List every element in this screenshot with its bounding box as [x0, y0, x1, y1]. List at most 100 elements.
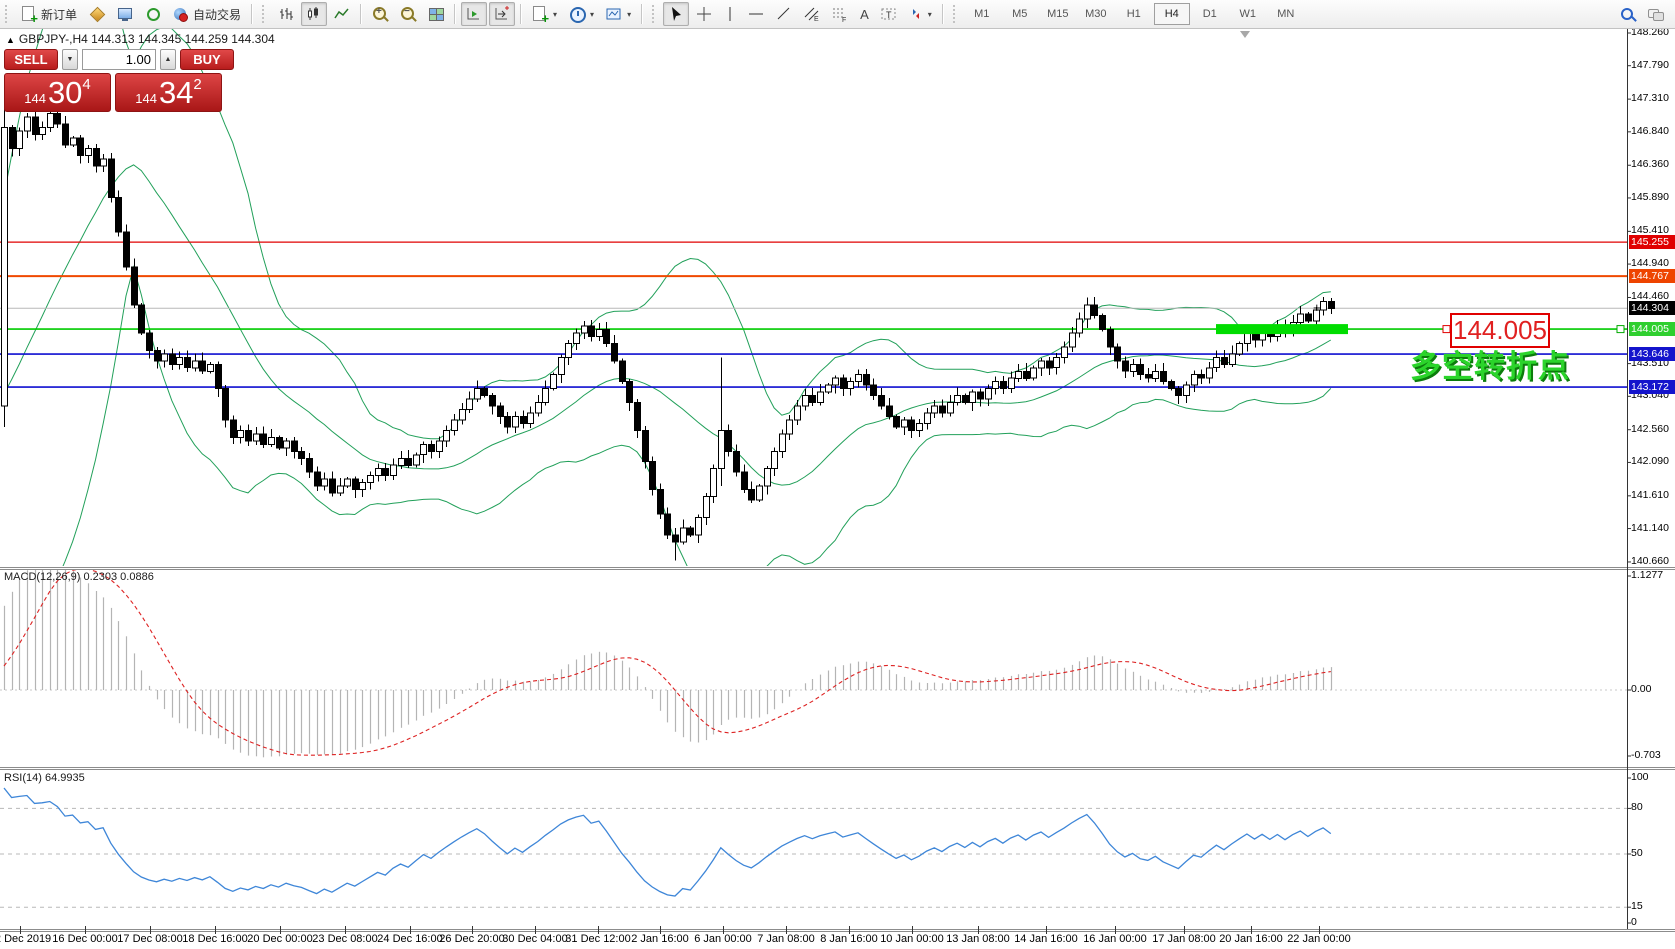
timeframe-mn[interactable]: MN: [1268, 3, 1304, 25]
timeframe-w1[interactable]: W1: [1230, 3, 1266, 25]
vertical-line-icon: [729, 7, 731, 21]
cursor-tool-button[interactable]: [663, 2, 690, 26]
crosshair-tool-button[interactable]: [691, 2, 717, 26]
separator: [360, 4, 363, 24]
chart-shift-marker[interactable]: [1240, 31, 1250, 38]
buy-price-point: 2: [193, 76, 202, 93]
chat-icon: [1648, 6, 1664, 22]
rsi-scale-label: 0: [1631, 916, 1637, 928]
timeframe-m1[interactable]: M1: [964, 3, 1000, 25]
price-tick-label: 142.560: [1631, 422, 1669, 435]
rsi-scale-label: 80: [1631, 801, 1643, 814]
rsi-scale-label: 100: [1631, 771, 1649, 783]
price-tick-label: 142.090: [1631, 455, 1669, 468]
chart-canvas[interactable]: [0, 0, 1675, 949]
chart-title: ▲ GBPJPY-,H4 144.313 144.345 144.259 144.…: [6, 32, 275, 46]
plus-marker: +: [1313, 300, 1321, 315]
buy-price-display[interactable]: 144 34 2: [115, 73, 222, 112]
data-window-button[interactable]: [140, 2, 166, 26]
market-watch-button[interactable]: [112, 2, 138, 26]
templates-button[interactable]: ▾: [601, 2, 636, 26]
svg-text:F: F: [842, 17, 846, 22]
timeframe-h4[interactable]: H4: [1153, 3, 1190, 25]
volume-increase-button[interactable]: ▲: [160, 49, 176, 70]
arrows-icon: [912, 9, 919, 19]
horizontal-line-tool-button[interactable]: [743, 2, 769, 26]
bar-chart-icon: [280, 8, 294, 20]
periods-clock-icon: [569, 6, 587, 23]
separator: [454, 4, 457, 24]
timeframe-group: M1 M5 M15 M30 H1 H4 D1 W1 MN: [963, 3, 1305, 25]
chart-shift-button[interactable]: [489, 2, 516, 26]
buy-price-integer: 144: [135, 91, 157, 106]
timeframe-d1[interactable]: D1: [1192, 3, 1228, 25]
search-button[interactable]: [1615, 2, 1641, 26]
new-order-label: 新订单: [41, 7, 78, 22]
text-tool-button[interactable]: A: [855, 2, 874, 26]
line-chart-icon: [334, 8, 349, 19]
arrows-tool-button[interactable]: ▾: [904, 2, 937, 26]
price-tick-label: 140.660: [1631, 554, 1669, 567]
timeframe-m15[interactable]: M15: [1040, 3, 1076, 25]
trendline-tool-button[interactable]: [771, 2, 797, 26]
auto-scroll-button[interactable]: [461, 2, 488, 26]
fibonacci-tool-button[interactable]: F: [827, 2, 853, 26]
timeframe-h1[interactable]: H1: [1116, 3, 1152, 25]
text-label-tool-button[interactable]: T: [876, 2, 902, 26]
price-tick-label: 141.610: [1631, 488, 1669, 501]
volume-input[interactable]: [82, 49, 156, 70]
toolbar-grip[interactable]: [952, 5, 959, 23]
price-marker-143.172: 143.172: [1629, 380, 1675, 395]
profile-icon: [89, 6, 106, 23]
indicators-button[interactable]: + ▾: [527, 2, 562, 26]
price-marker-144.767: 144.767: [1629, 269, 1675, 284]
separator: [251, 4, 254, 24]
volume-decrease-button[interactable]: ▼: [62, 49, 78, 70]
sell-price-display[interactable]: 144 30 4: [4, 73, 111, 112]
new-order-icon: +: [21, 6, 38, 25]
bar-chart-button[interactable]: [273, 2, 299, 26]
chart-title-text: GBPJPY-,H4 144.313 144.345 144.259 144.3…: [18, 32, 275, 46]
toolbar-grip[interactable]: [652, 5, 658, 23]
candlestick-chart-icon: [308, 7, 319, 20]
macd-scale-label: 1.1277: [1631, 569, 1664, 581]
zoom-in-button[interactable]: +: [367, 2, 393, 26]
zoom-out-button[interactable]: −: [395, 2, 421, 26]
buy-button[interactable]: BUY: [180, 49, 234, 70]
turning-point-annotation[interactable]: 多空转折点: [1410, 341, 1570, 386]
autotrading-icon: [173, 6, 189, 22]
timeframe-m5[interactable]: M5: [1002, 3, 1038, 25]
new-order-button[interactable]: + 新订单: [16, 2, 82, 26]
price-tick-label: 145.890: [1631, 190, 1669, 203]
buy-price-pips: 34: [158, 75, 194, 110]
macd-indicator-label: MACD(12,26,9) 0.2303 0.0886: [4, 571, 154, 583]
svg-text:T: T: [886, 10, 892, 20]
collapse-panel-icon[interactable]: ▲: [6, 35, 15, 45]
text-icon: A: [860, 6, 869, 22]
zoom-out-icon: −: [400, 6, 416, 22]
autotrading-button[interactable]: 自动交易: [168, 2, 246, 26]
time-tick-label: 16 Jan 00:00: [1083, 933, 1147, 945]
candlestick-chart-button[interactable]: [301, 2, 328, 26]
periods-button[interactable]: ▾: [564, 2, 599, 26]
profile-button[interactable]: [84, 2, 110, 26]
toolbar-grip[interactable]: [5, 5, 11, 23]
line-chart-button[interactable]: [329, 2, 355, 26]
toolbar: + 新订单 自动交易 + − + ▾ ▾ ▾ E F A T ▾ M1 M5 M…: [0, 0, 1675, 29]
mt4-window: + 新订单 自动交易 + − + ▾ ▾ ▾ E F A T ▾ M1 M5 M…: [0, 0, 1675, 949]
toolbar-grip[interactable]: [262, 5, 268, 23]
templates-icon: [606, 8, 621, 20]
cursor-icon: [672, 7, 682, 21]
vertical-line-tool-button[interactable]: [719, 2, 741, 26]
price-tick-label: 147.790: [1631, 58, 1669, 71]
sell-button[interactable]: SELL: [4, 49, 58, 70]
timeframe-m30[interactable]: M30: [1078, 3, 1114, 25]
price-tick-label: 146.840: [1631, 124, 1669, 137]
data-window-icon: [145, 6, 161, 22]
horizontal-line-icon: [749, 13, 764, 15]
chart-shift-icon: [495, 6, 510, 20]
chat-button[interactable]: [1643, 2, 1669, 26]
channel-tool-button[interactable]: E: [799, 2, 825, 26]
tile-windows-button[interactable]: [423, 2, 449, 26]
price-tick-label: 147.310: [1631, 92, 1669, 105]
